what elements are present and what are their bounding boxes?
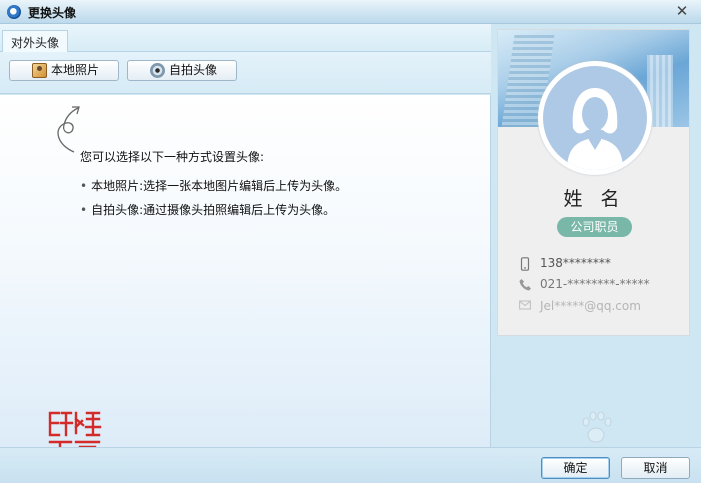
self-photo-button[interactable]: 自拍头像 bbox=[127, 60, 237, 81]
instruction-text: 您可以选择以下一种方式设置头像: bbox=[80, 150, 265, 164]
app-logo-icon bbox=[7, 5, 21, 19]
avatar-placeholder bbox=[538, 61, 652, 175]
profile-card-preview: 姓 名 公司职员 138******** 021-********-***** … bbox=[497, 29, 690, 336]
tab-external-avatar[interactable]: 对外头像 bbox=[2, 30, 69, 53]
local-photo-button[interactable]: 本地照片 bbox=[9, 60, 119, 81]
mobile-phone-icon bbox=[520, 257, 530, 271]
window-title: 更换头像 bbox=[28, 6, 77, 20]
local-photo-label: 本地照片 bbox=[51, 63, 100, 77]
close-button[interactable]: ✕ bbox=[673, 1, 691, 21]
telephone-number: 021-********-***** bbox=[540, 277, 650, 291]
person-silhouette-icon bbox=[567, 88, 623, 170]
ok-button[interactable]: 确定 bbox=[541, 457, 610, 479]
curl-arrow-icon bbox=[57, 106, 80, 153]
instruction-panel: 您可以选择以下一种方式设置头像: 本地照片:选择一张本地图片编辑后上传为头像。 … bbox=[0, 95, 491, 447]
camera-icon bbox=[150, 63, 165, 78]
photo-icon bbox=[32, 63, 47, 78]
title-bar: 更换头像 ✕ bbox=[0, 0, 701, 24]
option-self-photo: 自拍头像:通过摄像头拍照编辑后上传为头像。 bbox=[80, 201, 335, 218]
option-local-photo: 本地照片:选择一张本地图片编辑后上传为头像。 bbox=[80, 177, 347, 194]
paw-watermark-logo bbox=[582, 411, 612, 443]
cancel-button[interactable]: 取消 bbox=[621, 457, 690, 479]
mobile-number: 138******** bbox=[540, 256, 611, 270]
telephone-icon bbox=[519, 279, 531, 291]
email-address: Jel*****@qq.com bbox=[540, 299, 641, 313]
self-photo-label: 自拍头像 bbox=[169, 63, 218, 77]
toolbar: 本地照片 自拍头像 bbox=[0, 52, 491, 94]
dialog-footer: 确定 取消 bbox=[0, 447, 701, 483]
email-icon bbox=[519, 300, 531, 310]
contact-name: 姓 名 bbox=[563, 188, 626, 210]
role-badge: 公司职员 bbox=[557, 217, 632, 237]
tab-bar: 对外头像 bbox=[0, 24, 491, 53]
